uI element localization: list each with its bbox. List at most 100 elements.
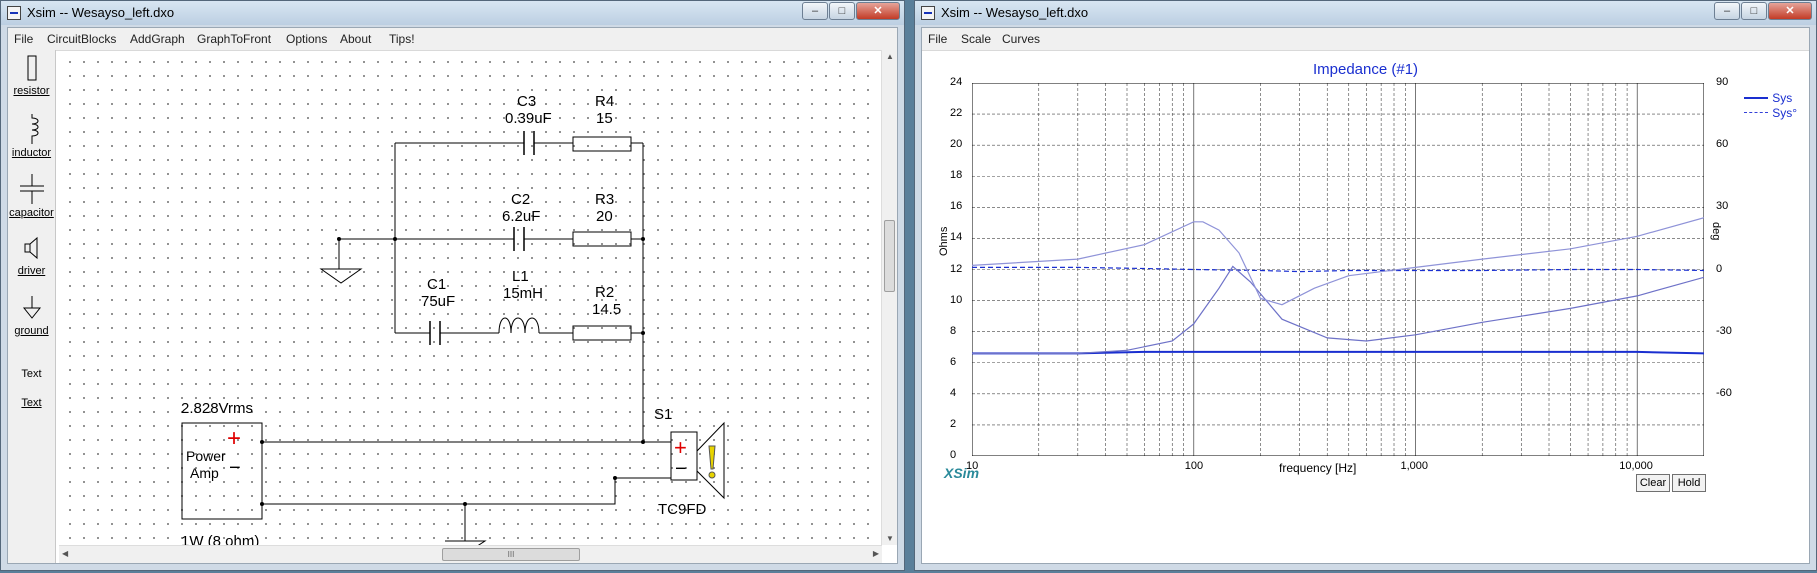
y-left-tick-label: 10 <box>950 293 963 306</box>
palette-resistor[interactable]: resistor <box>8 54 55 97</box>
label-source-voltage: 2.828Vrms <box>181 400 253 417</box>
plot-canvas <box>971 82 1705 457</box>
label-r3-name: R3 <box>595 191 615 208</box>
vertical-scroll-thumb[interactable] <box>884 220 895 292</box>
label-c2-name: C2 <box>511 191 531 208</box>
capacitor-c1-symbol <box>429 321 441 345</box>
graph-client: File Scale Curves Impedance (#1) Ohms de… <box>921 27 1810 564</box>
y-right-tick-label: 60 <box>1716 138 1729 151</box>
speaker-icon <box>24 236 37 260</box>
vertical-scrollbar[interactable]: ▲ ▼ <box>881 50 897 545</box>
graph-menu-file[interactable]: File <box>928 32 947 46</box>
x-tick-label: 100 <box>1184 460 1204 472</box>
close-button[interactable]: ✕ <box>856 2 900 20</box>
inductor-icon <box>31 114 38 144</box>
y-left-tick-label: 4 <box>950 386 957 399</box>
y-left-tick-label: 6 <box>950 355 957 368</box>
y-right-tick-label: 0 <box>1716 262 1723 275</box>
menu-circuitblocks[interactable]: CircuitBlocks <box>47 32 116 46</box>
menu-graphtofront[interactable]: GraphToFront <box>197 32 271 46</box>
y-left-tick-label: 22 <box>950 107 963 120</box>
label-driver-model: TC9FD <box>658 501 707 518</box>
app-icon[interactable] <box>7 6 21 20</box>
menu-file[interactable]: File <box>14 32 33 46</box>
capacitor-icon <box>19 174 44 204</box>
resistor-icon <box>27 55 36 81</box>
palette-driver[interactable]: driver <box>8 234 55 277</box>
ground-icon <box>22 296 41 319</box>
label-c3-value: 0.39uF <box>505 110 552 127</box>
label-l1-name: L1 <box>512 268 529 285</box>
y-left-tick-label: 16 <box>950 200 963 213</box>
graph-menu-scale[interactable]: Scale <box>961 32 991 46</box>
palette-text-underlined[interactable]: Text <box>8 397 55 409</box>
palette-capacitor[interactable]: capacitor <box>8 174 55 219</box>
graph-app-icon[interactable] <box>921 6 935 20</box>
scroll-up-arrow[interactable]: ▲ <box>886 52 894 61</box>
resistor-r3-symbol <box>572 231 632 247</box>
menu-options[interactable]: Options <box>286 32 327 46</box>
amp-plus-sign: + <box>227 425 242 452</box>
schematic-client: File CircuitBlocks AddGraph GraphToFront… <box>7 27 898 564</box>
ground-symbol-bottom <box>445 504 487 547</box>
palette-ground[interactable]: ground <box>8 294 55 337</box>
menu-addgraph[interactable]: AddGraph <box>130 32 185 46</box>
label-r4-value: 15 <box>596 110 613 127</box>
driver-plus-sign: + <box>674 435 687 460</box>
graph-minimize-button[interactable]: – <box>1714 2 1740 20</box>
scroll-right-arrow[interactable]: ▶ <box>873 549 879 558</box>
legend-line-solid <box>1744 96 1769 99</box>
y-left-tick-label: 14 <box>950 231 963 244</box>
minimize-button[interactable]: – <box>802 2 828 20</box>
graph-menu-curves[interactable]: Curves <box>1002 32 1040 46</box>
menu-bar: File CircuitBlocks AddGraph GraphToFront… <box>8 28 897 51</box>
schematic-window: Xsim -- Wesayso_left.dxo – □ ✕ File Circ… <box>0 0 905 571</box>
schematic-canvas[interactable]: C3 0.39uF R4 15 C2 6.2uF R3 20 C1 75uF L… <box>59 51 893 550</box>
window-title: Xsim -- Wesayso_left.dxo <box>27 5 175 20</box>
label-l1-value: 15mH <box>503 285 544 302</box>
horizontal-scroll-thumb[interactable]: III <box>442 548 580 561</box>
x-tick-label: 1,000 <box>1400 460 1429 472</box>
label-r2-name: R2 <box>595 284 615 301</box>
schematic-wires <box>181 131 725 547</box>
label-amp-line1: Power <box>186 448 226 464</box>
title-bar[interactable]: Xsim -- Wesayso_left.dxo – □ ✕ <box>1 1 904 25</box>
palette-inductor[interactable]: inductor <box>8 114 55 159</box>
wire-amp-minus <box>262 477 671 505</box>
ground-symbol-top <box>319 239 363 284</box>
capacitor-c2-symbol <box>513 227 525 251</box>
legend: Sys Sys° <box>1744 90 1797 120</box>
clear-button[interactable]: Clear <box>1636 474 1670 492</box>
label-c3-name: C3 <box>517 93 537 110</box>
resistor-r2-symbol <box>572 325 632 341</box>
y-left-tick-label: 24 <box>950 76 963 88</box>
maximize-button[interactable]: □ <box>829 2 855 20</box>
horizontal-scrollbar[interactable]: ◀ III ▶ <box>59 545 882 563</box>
palette-text-plain[interactable]: Text <box>8 368 55 380</box>
label-r4-name: R4 <box>595 93 615 110</box>
graph-close-button[interactable]: ✕ <box>1768 2 1812 20</box>
impedance-plot[interactable] <box>971 82 1705 457</box>
graph-title-bar[interactable]: Xsim -- Wesayso_left.dxo – □ ✕ <box>915 1 1816 25</box>
hold-button[interactable]: Hold <box>1672 474 1706 492</box>
capacitor-c3-symbol <box>523 131 535 155</box>
x-tick-label: 10,000 <box>1619 460 1653 472</box>
window-controls: – □ ✕ <box>801 2 900 20</box>
scroll-down-arrow[interactable]: ▼ <box>886 534 894 543</box>
y-left-tick-label: 0 <box>950 449 957 461</box>
menu-about[interactable]: About <box>340 32 371 46</box>
graph-maximize-button[interactable]: □ <box>1741 2 1767 20</box>
x-tick-label: 10 <box>966 460 979 472</box>
y-left-tick-label: 2 <box>950 417 957 430</box>
x-axis-label: frequency [Hz] <box>1279 461 1357 475</box>
y-left-tick-label: 20 <box>950 138 963 151</box>
warning-marker <box>708 445 716 470</box>
driver-minus-sign: − <box>675 458 687 480</box>
inductor-l1-symbol <box>498 317 540 334</box>
y-left-tick-label: 18 <box>950 169 963 182</box>
label-c1-value: 75uF <box>421 293 456 310</box>
graph-window: Xsim -- Wesayso_left.dxo – □ ✕ File Scal… <box>914 0 1817 571</box>
menu-tips[interactable]: Tips! <box>389 32 415 46</box>
scroll-left-arrow[interactable]: ◀ <box>62 549 68 558</box>
y-right-axis-label: deg <box>1710 222 1722 241</box>
